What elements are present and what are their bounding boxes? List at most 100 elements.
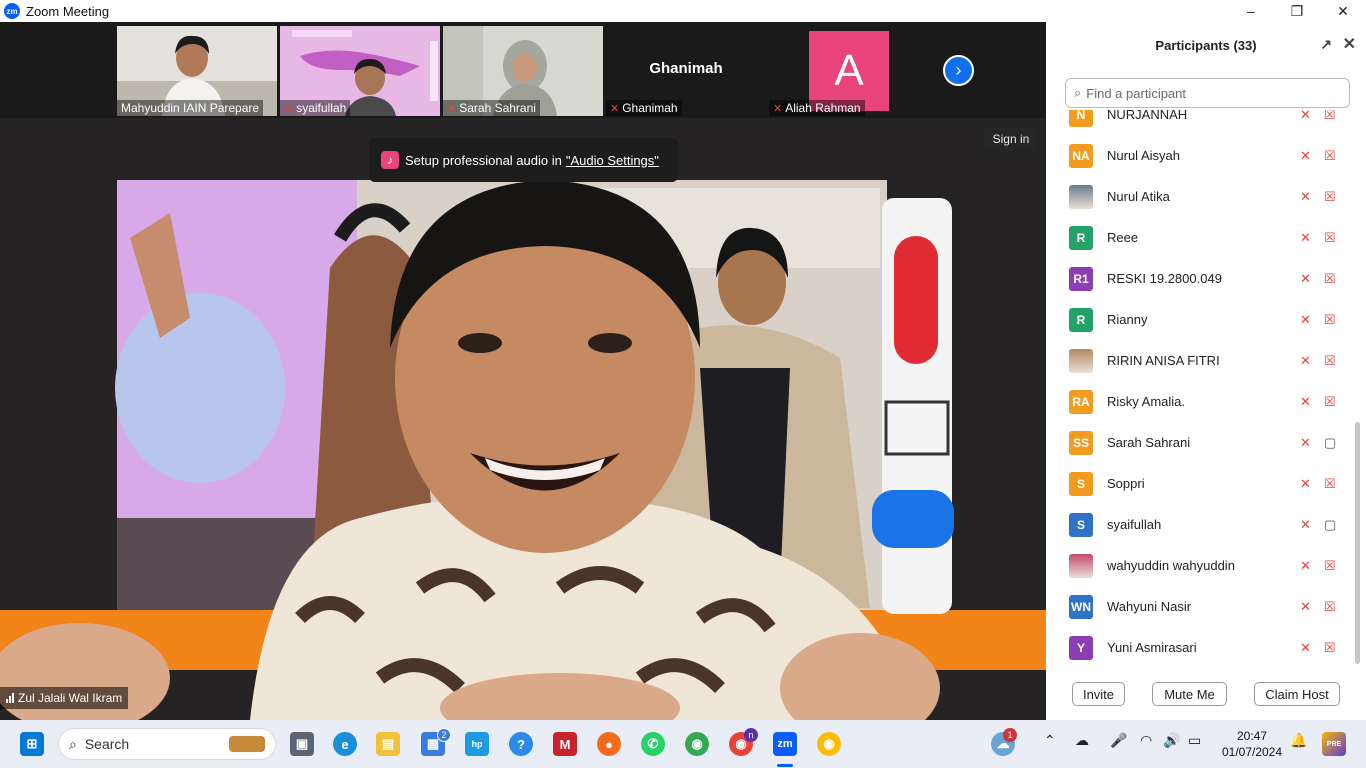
wifi-icon[interactable]: ◠ (1140, 732, 1152, 749)
avatar: Y (1069, 635, 1093, 660)
participant-row[interactable]: wahyuddin wahyuddin ✕ ☒ (1046, 545, 1354, 586)
invite-button[interactable]: Invite (1072, 682, 1125, 706)
notification-bell-icon[interactable]: 🔔 (1290, 732, 1307, 749)
participant-list: N NURJANNAH ✕ ☒ NA Nurul Aisyah ✕ ☒ Nurul Atika ✕… (1046, 110, 1354, 665)
avatar (1069, 348, 1093, 373)
window-title: Zoom Meeting (26, 3, 110, 19)
edge-browser-icon[interactable]: e (333, 732, 357, 756)
next-page-button[interactable]: › (943, 55, 974, 86)
mute-me-button[interactable]: Mute Me (1152, 682, 1227, 706)
avatar: R (1069, 225, 1093, 250)
zoom-logo-icon: zm (4, 3, 20, 19)
muted-mic-icon: ✕ (1300, 110, 1311, 122)
help-icon[interactable]: ? (509, 732, 533, 756)
myhp-icon[interactable]: hp (465, 732, 489, 756)
file-explorer-icon[interactable]: ▤ (376, 732, 400, 756)
thumbnail-name-label: ✕ Sarah Sahrani (443, 100, 540, 116)
muted-mic-icon: ✕ (1300, 229, 1311, 245)
muted-mic-icon: ✕ (610, 102, 620, 115)
participant-row[interactable]: S Soppri ✕ ☒ (1046, 463, 1354, 504)
store-badge: 2 (437, 728, 451, 742)
muted-mic-icon: ✕ (1300, 598, 1311, 614)
video-thumbnail[interactable]: A ✕ Aliah Rahman (769, 26, 929, 116)
participant-row[interactable]: Y Yuni Asmirasari ✕ ☒ (1046, 627, 1354, 665)
avatar: N (1069, 110, 1093, 127)
participants-title: Participants (33) (1155, 37, 1257, 53)
participant-row[interactable]: SS Sarah Sahrani ✕ ▢ (1046, 422, 1354, 463)
mcafee-icon[interactable]: M (553, 732, 577, 756)
chevron-up-icon[interactable]: ⌃ (1044, 732, 1056, 749)
battery-icon[interactable]: ▭ (1188, 732, 1201, 749)
participant-row[interactable]: RA Risky Amalia. ✕ ☒ (1046, 381, 1354, 422)
muted-mic-icon: ✕ (1300, 147, 1311, 163)
meeting-area: Mahyuddin IAIN Parepare ✕ syaifullah ✕ S… (0, 22, 1046, 720)
claim-host-button[interactable]: Claim Host (1254, 682, 1340, 706)
participant-row[interactable]: WN Wahyuni Nasir ✕ ☒ (1046, 586, 1354, 627)
participant-name: Wahyuni Nasir (1107, 599, 1192, 614)
avatar: S (1069, 471, 1093, 496)
participant-name: NURJANNAH (1107, 110, 1188, 122)
participant-row[interactable]: Ssyaifullah ✕ ▢ (1046, 504, 1354, 545)
weather-badge: 1 (1003, 728, 1017, 742)
camera-off-icon: ☒ (1324, 475, 1336, 491)
muted-mic-icon: ✕ (447, 102, 457, 115)
participant-row[interactable]: R Rianny ✕ ☒ (1046, 299, 1354, 340)
sign-in-button[interactable]: Sign in (984, 128, 1038, 150)
camera-off-icon: ☒ (1324, 393, 1336, 409)
participant-name: Sarah Sahrani (1107, 435, 1191, 450)
participant-name: Reee (1107, 230, 1139, 245)
chrome-second-icon[interactable]: ◉ (817, 732, 841, 756)
muted-mic-icon: ✕ (1300, 352, 1311, 368)
muted-mic-icon: ✕ (1300, 557, 1311, 573)
close-panel-icon[interactable]: ✕ (1343, 34, 1356, 54)
participant-name: syaifullah (1107, 517, 1162, 532)
restore-button[interactable]: ❐ (1274, 0, 1320, 22)
task-view-icon[interactable]: ▣ (290, 732, 314, 756)
participant-row[interactable]: N NURJANNAH ✕ ☒ (1046, 110, 1354, 135)
volume-icon[interactable]: 🔊 (1163, 732, 1180, 749)
search-icon: ⌕ (1074, 85, 1082, 100)
windows-start-icon[interactable]: ⊞ (20, 732, 44, 756)
zoom-taskbar-icon[interactable]: zm (773, 732, 797, 756)
camera-on-icon: ▢ (1324, 516, 1337, 532)
participant-name: Risky Amalia. (1107, 394, 1186, 409)
camera-off-icon: ☒ (1324, 229, 1336, 245)
participant-name: Nurul Aisyah (1107, 148, 1180, 163)
minimize-button[interactable]: – (1228, 0, 1274, 22)
whatsapp-icon[interactable]: ✆ (641, 732, 665, 756)
muted-mic-icon: ✕ (1300, 639, 1311, 655)
participant-search-input[interactable]: ⌕ Find a participant (1065, 78, 1350, 108)
camera-off-icon: ☒ (1324, 110, 1336, 122)
list-scrollbar[interactable] (1355, 422, 1360, 664)
pop-out-icon[interactable]: ↗ (1320, 36, 1332, 53)
video-thumbnail[interactable]: Mahyuddin IAIN Parepare (117, 26, 277, 116)
participants-panel: Participants (33) ↗ ✕ ⌕ Find a participa… (1046, 22, 1366, 720)
taskbar-search-placeholder: Search (84, 736, 130, 752)
firefox-icon[interactable]: ● (597, 732, 621, 756)
copilot-icon[interactable]: PRE (1322, 732, 1346, 756)
microphone-icon[interactable]: 🎤 (1110, 732, 1127, 749)
participant-row[interactable]: R1 RESKI 19.2800.049 ✕ ☒ (1046, 258, 1354, 299)
camera-off-icon: ☒ (1324, 639, 1336, 655)
close-window-button[interactable]: ✕ (1320, 0, 1366, 22)
chrome-profile-icon[interactable]: ◉ (685, 732, 709, 756)
participant-row[interactable]: Nurul Atika ✕ ☒ (1046, 176, 1354, 217)
muted-mic-icon: ✕ (1300, 516, 1311, 532)
participant-row[interactable]: RIRIN ANISA FITRI ✕ ☒ (1046, 340, 1354, 381)
taskbar-search-box[interactable]: ⌕ Search (58, 728, 276, 760)
participant-row[interactable]: R Reee ✕ ☒ (1046, 217, 1354, 258)
system-clock[interactable]: 20:47 01/07/2024 (1214, 728, 1290, 760)
toast-text: Setup professional audio in (405, 152, 562, 168)
search-placeholder: Find a participant (1086, 85, 1187, 101)
camera-off-icon: ☒ (1324, 188, 1336, 204)
cloud-sync-icon[interactable]: ☁ (1075, 732, 1089, 749)
audio-settings-link[interactable]: "Audio Settings" (566, 153, 659, 168)
camera-off-icon: ☒ (1324, 598, 1336, 614)
video-thumbnail[interactable]: ✕ syaifullah (280, 26, 440, 116)
participant-row[interactable]: NA Nurul Aisyah ✕ ☒ (1046, 135, 1354, 176)
video-thumbnail[interactable]: ✕ Sarah Sahrani (443, 26, 603, 116)
active-app-indicator (777, 764, 793, 767)
avatar: R (1069, 307, 1093, 332)
video-thumbnail[interactable]: Ghanimah ✕ Ghanimah (606, 26, 766, 116)
participant-name: Soppri (1107, 476, 1145, 491)
